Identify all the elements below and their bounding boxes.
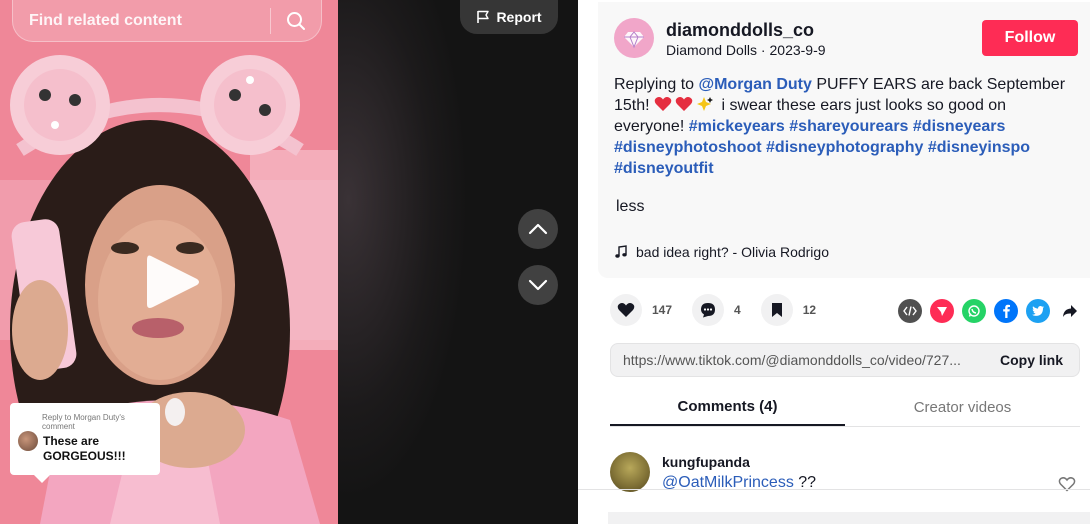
share-arrow-icon[interactable] <box>1058 299 1082 323</box>
engagement-bar: 147 4 12 <box>610 294 836 326</box>
comment-like-icon[interactable] <box>1058 476 1076 497</box>
video-blur-backdrop <box>338 0 578 524</box>
reply-text: These are GORGEOUS!!! <box>43 434 126 463</box>
play-icon[interactable] <box>145 252 201 312</box>
comment-count: 4 <box>734 303 741 317</box>
sparkles-emoji-icon <box>697 97 714 111</box>
twitter-icon[interactable] <box>1026 299 1050 323</box>
search-placeholder[interactable]: Find related content <box>13 12 270 30</box>
caption-reply-prefix: Replying to <box>614 76 699 93</box>
chevron-up-icon <box>528 223 548 235</box>
embed-icon[interactable] <box>898 299 922 323</box>
send-icon[interactable] <box>930 299 954 323</box>
whatsapp-icon[interactable] <box>962 299 986 323</box>
caption-mention[interactable]: @Morgan Duty <box>699 76 812 93</box>
previous-video-button[interactable] <box>518 209 558 249</box>
flag-icon <box>477 10 490 23</box>
less-toggle[interactable]: less <box>616 198 644 216</box>
music-link[interactable]: bad idea right? - Olivia Rodrigo <box>614 244 829 260</box>
author-subline: Diamond Dolls · 2023-9-9 <box>666 42 826 58</box>
search-icon[interactable] <box>271 0 321 42</box>
hashtag[interactable]: #mickeyears <box>689 118 785 135</box>
reply-meta: Reply to Morgan Duty's comment <box>42 413 125 431</box>
heart-icon <box>610 294 642 326</box>
copy-link-box: https://www.tiktok.com/@diamonddolls_co/… <box>610 343 1080 377</box>
avatar[interactable] <box>610 452 650 492</box>
avatar[interactable] <box>614 18 654 58</box>
share-bar <box>898 299 1082 323</box>
hashtag[interactable]: #disneyoutfit <box>614 160 714 177</box>
video-frame[interactable]: Find related content Reply to Morgan Dut… <box>0 0 338 524</box>
find-related-search[interactable]: Find related content <box>12 0 322 42</box>
description-card: diamonddolls_co Diamond Dolls · 2023-9-9… <box>598 2 1090 278</box>
report-label: Report <box>496 9 542 25</box>
facebook-icon[interactable] <box>994 299 1018 323</box>
comment-icon <box>692 294 725 326</box>
hashtag[interactable]: #disneyinspo <box>928 139 1030 156</box>
comment-button[interactable]: 4 <box>692 294 741 326</box>
reply-comment-sticker: Reply to Morgan Duty's comment These are… <box>10 403 160 483</box>
bookmark-icon <box>760 294 793 326</box>
save-count: 12 <box>802 303 817 317</box>
music-title: bad idea right? - Olivia Rodrigo <box>636 244 829 260</box>
comment-item: kungfupanda @OatMilkPrincess ?? <box>610 450 1080 492</box>
divider <box>578 489 1090 490</box>
like-button[interactable]: 147 <box>610 294 672 326</box>
video-player[interactable]: Find related content Reply to Morgan Dut… <box>0 0 578 524</box>
video-detail-panel: diamonddolls_co Diamond Dolls · 2023-9-9… <box>578 0 1090 524</box>
comment-input-area[interactable] <box>608 512 1090 524</box>
author-display-name: Diamond Dolls <box>666 42 758 58</box>
heart-emoji-icon <box>654 97 672 111</box>
next-video-button[interactable] <box>518 265 558 305</box>
heart-emoji-icon <box>675 97 693 111</box>
post-date: 2023-9-9 <box>769 42 826 58</box>
like-count: 147 <box>652 303 673 317</box>
video-url[interactable]: https://www.tiktok.com/@diamonddolls_co/… <box>611 352 984 368</box>
tab-creator-videos[interactable]: Creator videos <box>845 389 1080 426</box>
follow-button[interactable]: Follow <box>982 20 1078 56</box>
comment-username[interactable]: kungfupanda <box>662 454 750 470</box>
save-button[interactable]: 12 <box>760 294 817 326</box>
panel-tabs: Comments (4) Creator videos <box>610 389 1080 427</box>
hashtag[interactable]: #disneyears <box>913 118 1006 135</box>
hashtag[interactable]: #shareyourears <box>789 118 908 135</box>
copy-link-button[interactable]: Copy link <box>984 352 1079 368</box>
meta-separator: · <box>757 42 770 58</box>
avatar <box>18 431 38 451</box>
report-button[interactable]: Report <box>460 0 558 34</box>
music-note-icon <box>615 245 627 258</box>
hashtag[interactable]: #disneyphotography <box>766 139 923 156</box>
tab-comments[interactable]: Comments (4) <box>610 389 845 426</box>
diamond-logo-icon <box>624 31 644 49</box>
author-username[interactable]: diamonddolls_co <box>666 20 814 41</box>
hashtag[interactable]: #disneyphotoshoot <box>614 139 762 156</box>
video-caption: Replying to @Morgan Duty PUFFY EARS are … <box>614 74 1074 179</box>
chevron-down-icon <box>528 279 548 291</box>
